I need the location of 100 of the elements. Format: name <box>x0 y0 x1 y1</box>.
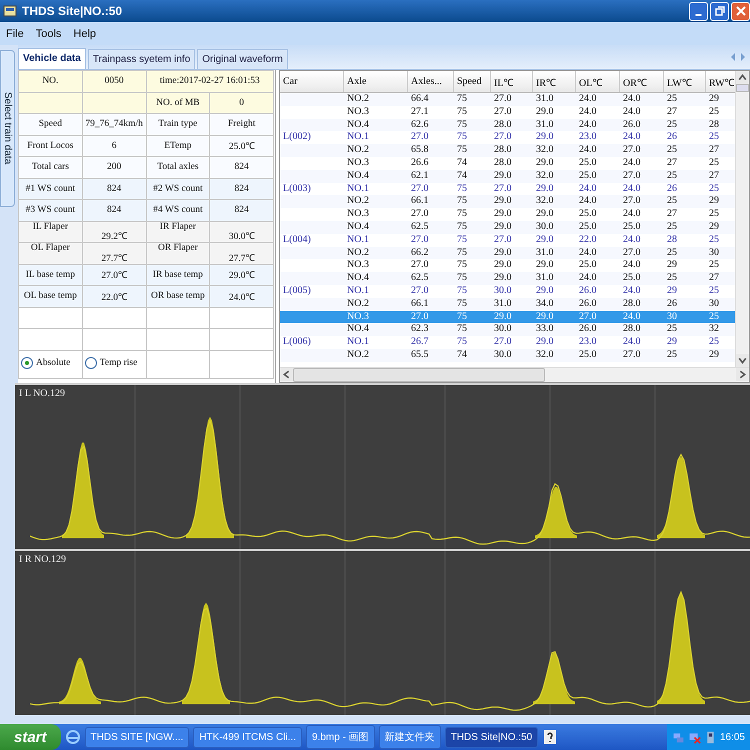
table-cell: Freight <box>210 114 274 135</box>
taskbar-item[interactable]: 新建文件夹 <box>378 725 441 749</box>
table-row[interactable]: NO.2 66.1 75 31.0 34.0 26.0 28.0 26 30 <box>280 298 735 311</box>
table-row[interactable]: L(005) NO.1 27.0 75 30.0 29.0 26.0 24.0 29 25 <box>280 284 735 298</box>
taskbar-item[interactable]: 9.bmp - 画图 <box>306 725 375 749</box>
table-row[interactable]: NO.2 65.5 74 30.0 32.0 25.0 27.0 25 29 <box>280 348 735 362</box>
table-row[interactable]: NO.2 66.2 75 29.0 31.0 24.0 27.0 25 30 <box>280 246 735 260</box>
table-row[interactable]: NO.4 62.3 75 30.0 33.0 26.0 28.0 25 32 <box>280 323 735 336</box>
table-cell: 24.0℃ <box>210 286 274 307</box>
waveform-label: I R NO.129 <box>19 554 66 565</box>
vertical-scrollbar[interactable] <box>735 71 749 367</box>
table-cell: #3 WS count <box>18 200 82 221</box>
table-row[interactable]: NO.2 66.1 75 29.0 32.0 24.0 27.0 25 29 <box>280 195 735 208</box>
table-cell: 29.2℃ <box>82 221 146 242</box>
browser-icon[interactable] <box>64 729 81 745</box>
clock: 16:05 <box>720 732 745 742</box>
column-header[interactable]: Axles... <box>408 71 454 92</box>
column-header[interactable]: LW℃ <box>664 71 706 92</box>
table-cell: Train type <box>146 114 210 135</box>
table-cell: 824 <box>82 200 146 221</box>
table-cell: 25.0℃ <box>210 135 274 156</box>
tab[interactable]: Original waveform <box>197 49 288 69</box>
scroll-left-icon[interactable] <box>280 368 293 381</box>
table-cell: 824 <box>210 200 274 221</box>
waveform-label: I L NO.129 <box>19 388 66 399</box>
scroll-right-icon[interactable] <box>736 368 749 381</box>
table-cell: 6 <box>82 135 146 156</box>
table-row[interactable]: NO.3 27.0 75 29.0 29.0 25.0 24.0 27 25 <box>280 208 735 221</box>
table-cell: #2 WS count <box>146 178 210 200</box>
table-cell: Front Locos <box>18 135 82 156</box>
table-cell: Speed <box>18 114 82 135</box>
table-cell: 200 <box>82 156 146 178</box>
table-cell: Total axles <box>146 156 210 178</box>
table-row[interactable]: L(003) NO.1 27.0 75 27.0 29.0 24.0 24.0 26 25 <box>280 182 735 196</box>
tab[interactable]: Vehicle data <box>18 48 86 69</box>
table-cell: IR base temp <box>146 264 210 286</box>
column-header[interactable]: Speed <box>454 71 491 92</box>
table-cell: 824 <box>82 178 146 200</box>
table-row[interactable]: NO.3 27.1 75 27.0 29.0 24.0 24.0 27 25 <box>280 106 735 119</box>
table-cell: ETemp <box>146 135 210 156</box>
table-cell: Total cars <box>18 156 82 178</box>
tab[interactable]: Trainpass syetem info <box>88 49 196 69</box>
help-icon[interactable] <box>542 729 558 745</box>
table-row[interactable]: NO.4 62.5 75 29.0 30.0 25.0 25.0 25 29 <box>280 220 735 234</box>
menu-item[interactable]: Tools <box>32 26 66 42</box>
menu-item[interactable]: File <box>2 26 28 42</box>
close-button[interactable] <box>731 2 750 20</box>
column-header[interactable]: IL℃ <box>491 71 533 92</box>
scrollbar-thumb[interactable] <box>293 368 545 382</box>
taskbar-item[interactable]: THDS Site|NO.:50 <box>444 726 538 748</box>
scroll-up-icon[interactable] <box>736 71 749 84</box>
column-header[interactable]: OR℃ <box>620 71 664 92</box>
horizontal-scrollbar[interactable] <box>280 367 749 382</box>
taskbar-item[interactable]: THDS SITE [NGW.... <box>84 726 190 748</box>
table-cell: NO. of MB <box>146 92 210 114</box>
table-cell: 27.7℃ <box>210 242 274 264</box>
restore-button[interactable] <box>710 2 729 20</box>
menu-item[interactable]: Help <box>69 26 100 42</box>
app-icon <box>3 4 17 18</box>
table-cell: 0 <box>210 92 274 114</box>
table-row[interactable]: NO.3 26.6 74 28.0 29.0 25.0 24.0 27 25 <box>280 156 735 170</box>
table-cell: OL Flaper <box>18 242 82 264</box>
table-row[interactable]: NO.4 62.6 75 28.0 31.0 24.0 26.0 25 28 <box>280 118 735 132</box>
table-cell: 27.7℃ <box>82 242 146 264</box>
close-icon <box>734 5 746 17</box>
table-cell: #1 WS count <box>18 178 82 200</box>
scrollbar-thumb[interactable] <box>736 84 749 92</box>
restore-icon <box>714 5 726 17</box>
table-cell: OR base temp <box>146 286 210 307</box>
table-cell: IL Flaper <box>18 221 82 242</box>
taskbar-item[interactable]: HTK-499 ITCMS Cli... <box>193 726 302 748</box>
table-cell: 0050 <box>82 70 146 92</box>
start-button[interactable]: start <box>0 724 61 750</box>
minimize-icon <box>695 14 702 16</box>
table-row[interactable]: NO.3 27.0 75 29.0 29.0 25.0 24.0 29 25 <box>280 259 735 272</box>
table-row[interactable]: NO.4 62.1 74 29.0 32.0 25.0 27.0 25 27 <box>280 170 735 183</box>
table-cell: 22.0℃ <box>82 286 146 307</box>
table-row[interactable]: L(006) NO.1 26.7 75 27.0 29.0 23.0 24.0 29 25 <box>280 336 735 349</box>
table-cell: 824 <box>210 178 274 200</box>
table-row[interactable]: NO.4 62.5 75 29.0 31.0 24.0 25.0 25 27 <box>280 272 735 285</box>
table-cell: 27.0℃ <box>82 264 146 286</box>
table-cell: 824 <box>210 156 274 178</box>
table-cell: OL base temp <box>18 286 82 307</box>
scroll-down-icon[interactable] <box>736 354 749 367</box>
table-cell: 30.0℃ <box>210 221 274 242</box>
table-cell: 29.0℃ <box>210 264 274 286</box>
table-cell: IL base temp <box>18 264 82 286</box>
table-row[interactable]: L(002) NO.1 27.0 75 27.0 29.0 23.0 24.0 26 25 <box>280 131 735 144</box>
table-cell: IR Flaper <box>146 221 210 242</box>
column-header[interactable]: Car <box>280 71 344 92</box>
table-row[interactable]: NO.2 66.4 75 27.0 31.0 24.0 24.0 25 29 <box>280 93 735 106</box>
minimize-button[interactable] <box>689 2 708 20</box>
table-row[interactable]: L(004) NO.1 27.0 75 27.0 29.0 22.0 24.0 28 25 <box>280 234 735 247</box>
table-row[interactable]: NO.2 65.8 75 28.0 32.0 24.0 27.0 25 27 <box>280 144 735 157</box>
column-header[interactable]: Axle <box>344 71 408 92</box>
column-header[interactable]: IR℃ <box>533 71 576 92</box>
side-tab[interactable]: Select train data <box>0 50 15 207</box>
table-cell: OR Flaper <box>146 242 210 264</box>
table-cell: time:2017-02-27 16:01:53 <box>146 70 274 92</box>
column-header[interactable]: OL℃ <box>576 71 620 92</box>
